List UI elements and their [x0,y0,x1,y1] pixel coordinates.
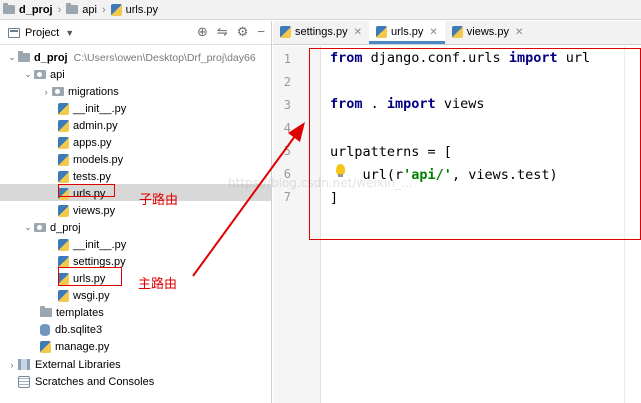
arrow-shaft [192,131,299,277]
annotation-arrow [192,122,305,277]
arrow-head [288,122,305,142]
